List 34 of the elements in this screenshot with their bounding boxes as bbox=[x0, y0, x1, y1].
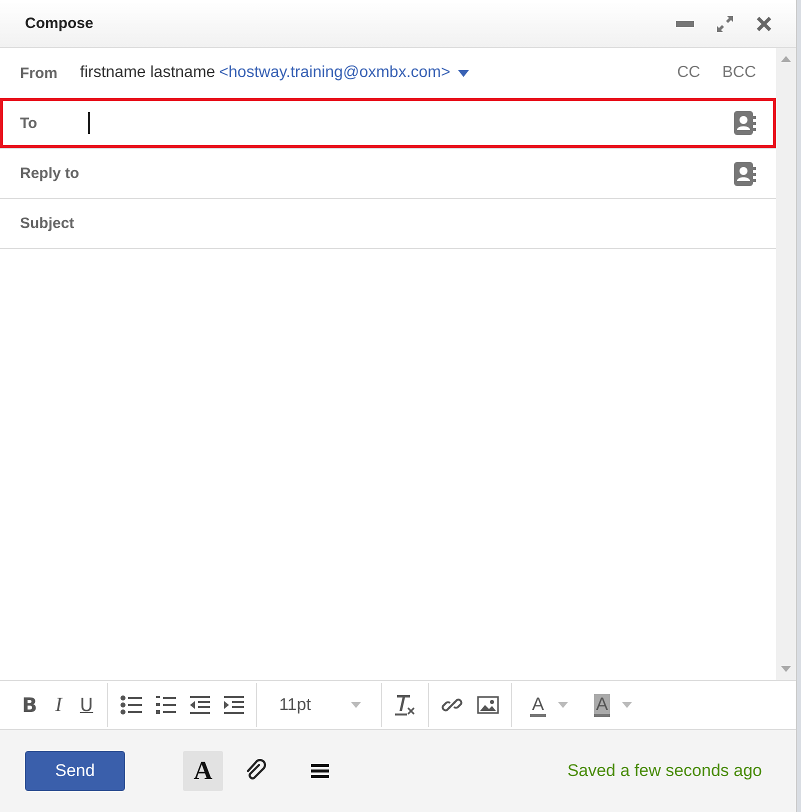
numbered-list-icon[interactable] bbox=[156, 695, 176, 715]
font-size-dropdown[interactable]: 11pt bbox=[269, 695, 369, 715]
sender-name: firstname lastname bbox=[80, 64, 216, 82]
bold-button[interactable]: B bbox=[20, 693, 40, 717]
save-status: Saved a few seconds ago bbox=[567, 761, 762, 781]
bulleted-list-icon[interactable] bbox=[120, 695, 142, 715]
caret-icon bbox=[350, 702, 361, 708]
menu-icon[interactable] bbox=[311, 763, 329, 779]
font-color-button[interactable]: A bbox=[524, 694, 574, 716]
underline-button[interactable]: U bbox=[78, 694, 96, 716]
reply-to-label: Reply to bbox=[20, 165, 80, 182]
address-book-icon[interactable] bbox=[734, 162, 756, 186]
expand-icon[interactable] bbox=[716, 14, 734, 32]
italic-button[interactable]: I bbox=[53, 694, 64, 716]
to-field[interactable]: To bbox=[0, 98, 776, 148]
caret-icon bbox=[558, 702, 568, 708]
recipient-link[interactable]: BCC bbox=[722, 64, 756, 82]
close-icon[interactable] bbox=[756, 16, 772, 32]
caret-icon[interactable] bbox=[458, 70, 470, 76]
sender-address[interactable]: <hostway.training@oxmbx.com> bbox=[219, 64, 450, 82]
indent-icon[interactable] bbox=[224, 696, 244, 714]
outdent-icon[interactable] bbox=[190, 696, 210, 714]
clear-formatting-icon[interactable] bbox=[394, 694, 416, 716]
image-icon[interactable] bbox=[476, 696, 499, 714]
to-label: To bbox=[20, 114, 38, 132]
recipient-link[interactable]: CC bbox=[677, 64, 700, 82]
address-book-icon[interactable] bbox=[734, 111, 756, 135]
send-button[interactable]: Send bbox=[25, 751, 125, 791]
from-label: From bbox=[20, 64, 58, 82]
minimize-icon[interactable] bbox=[676, 20, 694, 26]
caret-icon bbox=[622, 702, 632, 708]
subject-label: Subject bbox=[20, 215, 76, 232]
text-format-toggle[interactable]: A bbox=[183, 751, 223, 791]
window-title: Compose bbox=[25, 15, 94, 32]
